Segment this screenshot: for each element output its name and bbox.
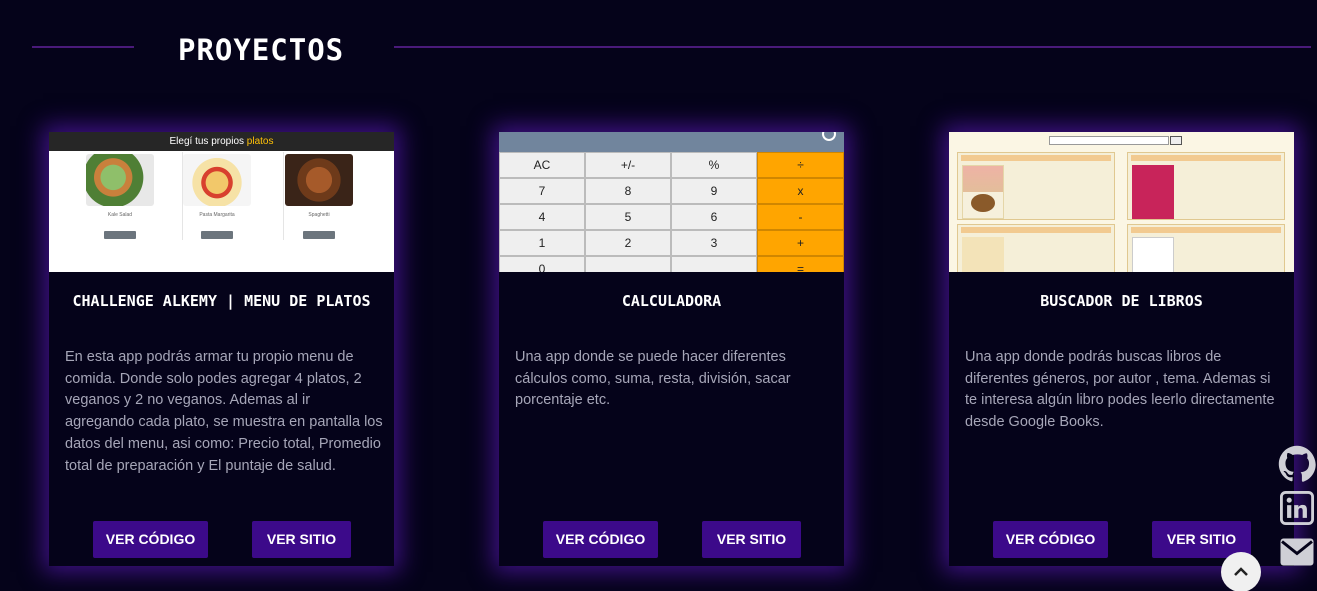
view-code-button[interactable]: VER CÓDIGO [993, 521, 1108, 558]
calculator-key: 1 [499, 230, 585, 256]
calculator-key: 8 [585, 178, 671, 204]
scroll-to-top-button[interactable] [1221, 552, 1261, 591]
project-title: CHALLENGE ALKEMY | MENU DE PLATOS [72, 292, 371, 310]
preview-search-button [1170, 136, 1182, 145]
preview-header: Elegí tus propios platos [49, 132, 394, 151]
preview-dish: Pasta Margarita [182, 154, 252, 239]
calculator-key: AC [499, 152, 585, 178]
calculator-key: 3 [671, 230, 757, 256]
section-header: PROYECTOS [0, 0, 1317, 100]
calculator-key: 4 [499, 204, 585, 230]
project-preview-image[interactable]: Elegí tus propios platos Kale Salad Past… [49, 132, 394, 272]
calculator-key: x [757, 178, 844, 204]
view-code-button[interactable]: VER CÓDIGO [543, 521, 658, 558]
project-preview-image[interactable] [949, 132, 1294, 272]
view-code-button[interactable]: VER CÓDIGO [93, 521, 208, 558]
header-divider-right [394, 46, 1311, 48]
header-divider-left [32, 46, 134, 48]
chevron-up-icon [1234, 567, 1248, 576]
github-icon[interactable] [1277, 444, 1317, 484]
project-description: En esta app podrás armar tu propio menu … [65, 349, 383, 474]
calculator-key: % [671, 152, 757, 178]
calculator-key: 5 [585, 204, 671, 230]
preview-dish: Kale Salad [85, 154, 155, 239]
calculator-key: - [757, 204, 844, 230]
preview-search-input [1049, 136, 1169, 145]
calculator-key: 2 [585, 230, 671, 256]
calculator-key: ÷ [757, 152, 844, 178]
project-preview-image[interactable]: AC +/-% ÷ 7 8 9 x 4 5 6- 1 2 3 +0 = [499, 132, 844, 272]
calculator-key: 6 [671, 204, 757, 230]
preview-book [957, 224, 1115, 272]
project-description: Una app donde podrás buscas libros de di… [965, 349, 1275, 431]
view-site-button[interactable]: VER SITIO [702, 521, 801, 558]
project-card-menu: Elegí tus propios platos Kale Salad Past… [49, 132, 394, 566]
calculator-key: 9 [671, 178, 757, 204]
project-description: Una app donde se puede hacer diferentes … [515, 349, 791, 409]
linkedin-icon[interactable] [1277, 488, 1317, 528]
calculator-key: 0 [499, 256, 585, 272]
calculator-keypad: AC +/-% ÷ 7 8 9 x 4 5 6- 1 2 3 +0 = [499, 152, 844, 272]
section-title: PROYECTOS [178, 33, 345, 67]
preview-book [1127, 224, 1285, 272]
view-site-button[interactable]: VER SITIO [252, 521, 351, 558]
calculator-key [585, 256, 671, 272]
preview-book [1127, 152, 1285, 220]
calculator-key: 7 [499, 178, 585, 204]
calculator-key: + [757, 230, 844, 256]
project-card-calculator: AC +/-% ÷ 7 8 9 x 4 5 6- 1 2 3 +0 = CALCULADORA Una ap… [499, 132, 844, 566]
mail-icon[interactable] [1277, 532, 1317, 572]
project-title: CALCULADORA [621, 292, 722, 310]
preview-book [957, 152, 1115, 220]
project-title: BUSCADOR DE LIBROS [1040, 292, 1203, 310]
calculator-display [499, 132, 844, 152]
calculator-key: +/- [585, 152, 671, 178]
calculator-key [671, 256, 757, 272]
preview-dish: Spaghetti [284, 154, 354, 239]
project-card-books: BUSCADOR DE LIBROS Una app donde podrás … [949, 132, 1294, 566]
calculator-key: = [757, 256, 844, 272]
